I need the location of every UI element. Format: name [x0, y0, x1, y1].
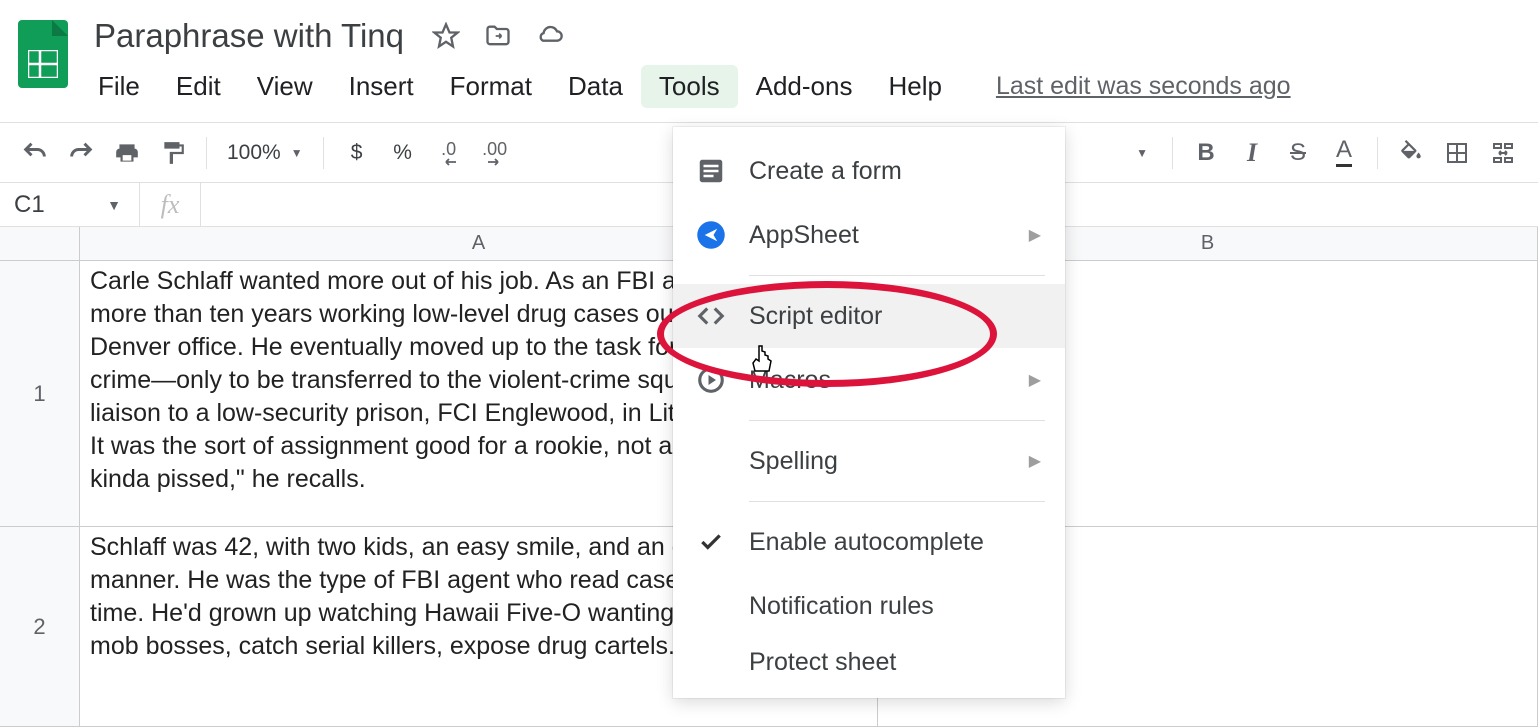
- menu-separator: [749, 275, 1045, 276]
- record-icon: [693, 362, 729, 398]
- row-header-2[interactable]: 2: [0, 527, 79, 727]
- appsheet-icon: [693, 217, 729, 253]
- blank-icon: [693, 588, 729, 624]
- menu-file[interactable]: File: [94, 65, 158, 108]
- menu-create-form[interactable]: Create a form: [673, 139, 1065, 203]
- print-button[interactable]: [106, 132, 148, 174]
- last-edit-link[interactable]: Last edit was seconds ago: [996, 72, 1291, 101]
- chevron-right-icon: ▶: [1029, 225, 1041, 245]
- menu-appsheet[interactable]: AppSheet ▶: [673, 203, 1065, 267]
- menu-tools[interactable]: Tools: [641, 65, 738, 108]
- borders-button[interactable]: [1436, 132, 1478, 174]
- chevron-right-icon: ▶: [1029, 451, 1041, 471]
- menu-separator: [749, 420, 1045, 421]
- form-icon: [693, 153, 729, 189]
- cloud-status-icon[interactable]: [536, 22, 564, 50]
- fill-color-button[interactable]: [1390, 132, 1432, 174]
- menu-script-editor[interactable]: Script editor: [673, 284, 1065, 348]
- tools-dropdown-menu: Create a form AppSheet ▶ Script editor M…: [673, 127, 1065, 698]
- merge-cells-button[interactable]: [1482, 132, 1524, 174]
- chevron-right-icon: ▶: [1029, 370, 1041, 390]
- bold-button[interactable]: B: [1185, 132, 1227, 174]
- menu-separator: [749, 501, 1045, 502]
- menu-spelling[interactable]: Spelling ▶: [673, 429, 1065, 493]
- menu-edit[interactable]: Edit: [158, 65, 239, 108]
- star-icon[interactable]: [432, 22, 460, 50]
- format-percent-button[interactable]: %: [382, 132, 424, 174]
- blank-icon: [693, 443, 729, 479]
- move-folder-icon[interactable]: [484, 22, 512, 50]
- zoom-select[interactable]: 100% ▼: [219, 141, 311, 165]
- paint-format-button[interactable]: [152, 132, 194, 174]
- menu-protect-sheet[interactable]: Protect sheet: [673, 638, 1065, 686]
- strikethrough-button[interactable]: S: [1277, 132, 1319, 174]
- menu-data[interactable]: Data: [550, 65, 641, 108]
- app-logo[interactable]: [14, 14, 72, 94]
- menubar: File Edit View Insert Format Data Tools …: [94, 64, 1538, 108]
- menu-insert[interactable]: Insert: [331, 65, 432, 108]
- blank-icon: [693, 644, 729, 680]
- menu-macros[interactable]: Macros ▶: [673, 348, 1065, 412]
- undo-button[interactable]: [14, 132, 56, 174]
- text-color-button[interactable]: A: [1323, 132, 1365, 174]
- decrease-decimal-button[interactable]: .0: [428, 132, 470, 174]
- sheets-icon: [28, 50, 58, 78]
- menu-format[interactable]: Format: [432, 65, 550, 108]
- check-icon: [693, 529, 729, 555]
- menu-autocomplete[interactable]: Enable autocomplete: [673, 510, 1065, 574]
- menu-view[interactable]: View: [239, 65, 331, 108]
- redo-button[interactable]: [60, 132, 102, 174]
- more-formats-dropdown[interactable]: ▼: [1136, 146, 1148, 160]
- increase-decimal-button[interactable]: .00: [474, 132, 516, 174]
- name-box[interactable]: C1 ▼: [0, 183, 140, 226]
- italic-button[interactable]: I: [1231, 132, 1273, 174]
- code-icon: [693, 298, 729, 334]
- select-all-corner[interactable]: [0, 227, 80, 260]
- fx-icon: fx: [140, 190, 200, 220]
- menu-addons[interactable]: Add-ons: [738, 65, 871, 108]
- menu-help[interactable]: Help: [870, 65, 959, 108]
- menu-notification-rules[interactable]: Notification rules: [673, 574, 1065, 638]
- row-header-1[interactable]: 1: [0, 261, 79, 527]
- document-title[interactable]: Paraphrase with Tinq: [94, 17, 404, 55]
- format-currency-button[interactable]: $: [336, 132, 378, 174]
- header: Paraphrase with Tinq File Edit View Inse…: [0, 0, 1538, 108]
